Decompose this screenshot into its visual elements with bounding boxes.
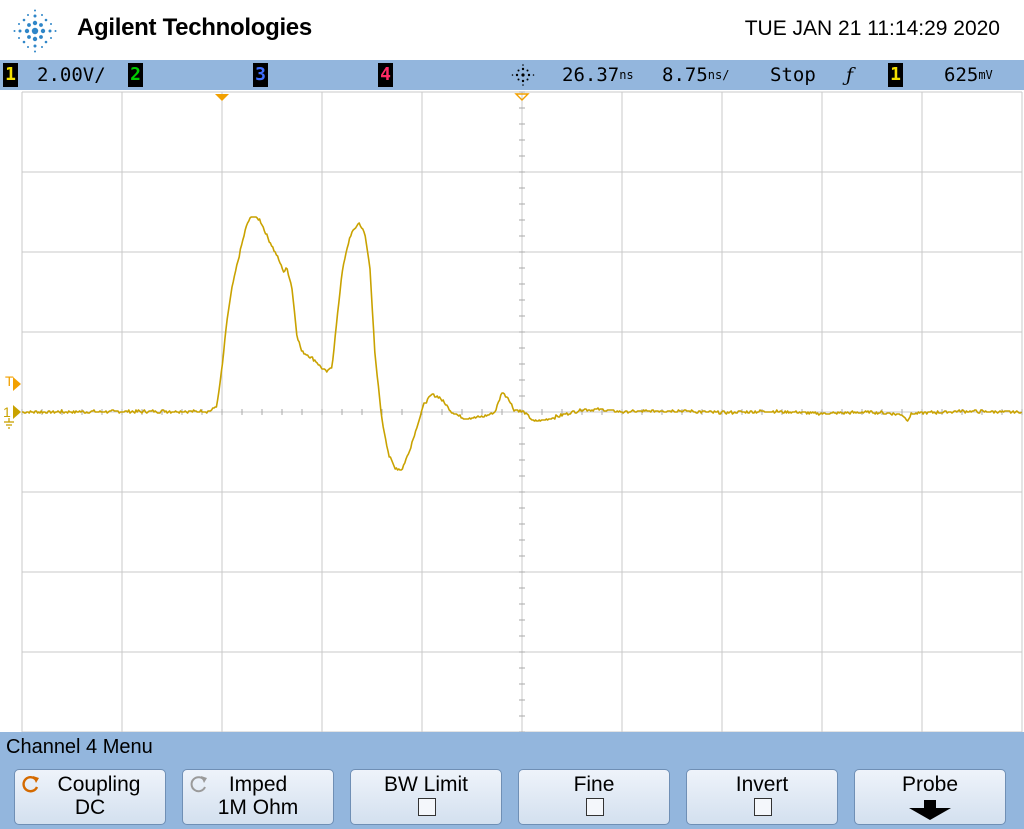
- impedance-softkey[interactable]: Imped 1M Ohm: [182, 769, 334, 825]
- trigger-position-readout[interactable]: 26.37ns: [562, 63, 634, 87]
- trigger-level-marker-icon: [13, 377, 21, 391]
- agilent-spark-logo-icon: [13, 9, 57, 53]
- bw-limit-checkbox[interactable]: [418, 798, 436, 816]
- trigger-position-unit: ns: [619, 68, 634, 82]
- bw-limit-label: BW Limit: [384, 773, 468, 796]
- channel-1-scale[interactable]: 2.00V/: [37, 63, 106, 87]
- coupling-label: Coupling: [57, 773, 141, 796]
- bw-limit-softkey[interactable]: BW Limit: [350, 769, 502, 825]
- trigger-level-readout[interactable]: 625mV: [944, 63, 993, 87]
- channel-1-badge[interactable]: 1: [3, 63, 18, 87]
- waveform-display[interactable]: T 1: [0, 90, 1024, 732]
- graticule: T 1: [3, 91, 1023, 732]
- fine-checkbox[interactable]: [586, 798, 604, 816]
- trigger-position-value: 26.37: [562, 64, 620, 86]
- timebase-readout[interactable]: 8.75ns/: [662, 63, 729, 87]
- impedance-label: Imped: [228, 773, 288, 796]
- fine-label: Fine: [573, 773, 615, 796]
- probe-label: Probe: [901, 773, 959, 796]
- impedance-value: 1M Ohm: [217, 796, 299, 819]
- time-reference-marker-icon: [215, 94, 229, 101]
- brand-name: Agilent Technologies: [77, 14, 312, 41]
- coupling-value: DC: [74, 796, 106, 819]
- channel-4-badge[interactable]: 4: [378, 63, 393, 87]
- invert-label: Invert: [735, 773, 789, 796]
- trigger-level-unit: mV: [978, 68, 993, 82]
- timebase-unit: ns/: [707, 68, 730, 82]
- status-bar: 1 2.00V/ 2 3 4 26.37ns 8.75ns/ Stop ƒ 1 …: [0, 60, 1024, 90]
- menu-title: Channel 4 Menu: [6, 736, 153, 758]
- trigger-level-marker-label: T: [5, 373, 14, 389]
- coupling-softkey[interactable]: Coupling DC: [14, 769, 166, 825]
- invert-softkey[interactable]: Invert: [686, 769, 838, 825]
- datetime-display: TUE JAN 21 11:14:29 2020: [744, 17, 1000, 40]
- trigger-level-value: 625: [944, 64, 979, 86]
- trigger-slope-icon: ƒ: [846, 64, 854, 86]
- run-state[interactable]: Stop: [770, 63, 816, 87]
- trigger-position-icon: [511, 64, 535, 86]
- channel-1-ground-label: 1: [3, 404, 11, 420]
- timebase-value: 8.75: [662, 64, 708, 86]
- channel-3-badge[interactable]: 3: [253, 63, 268, 87]
- submenu-arrow-down-icon: [909, 800, 951, 820]
- channel-2-badge[interactable]: 2: [128, 63, 143, 87]
- fine-softkey[interactable]: Fine: [518, 769, 670, 825]
- probe-softkey[interactable]: Probe: [854, 769, 1006, 825]
- trigger-source-badge[interactable]: 1: [888, 63, 903, 87]
- invert-checkbox[interactable]: [754, 798, 772, 816]
- channel-1-ground-marker-icon: [13, 405, 21, 419]
- channel-4-menu: Channel 4 Menu Coupling DC Imped 1M Ohm …: [0, 732, 1024, 829]
- title-bar: Agilent Technologies TUE JAN 21 11:14:29…: [0, 0, 1024, 60]
